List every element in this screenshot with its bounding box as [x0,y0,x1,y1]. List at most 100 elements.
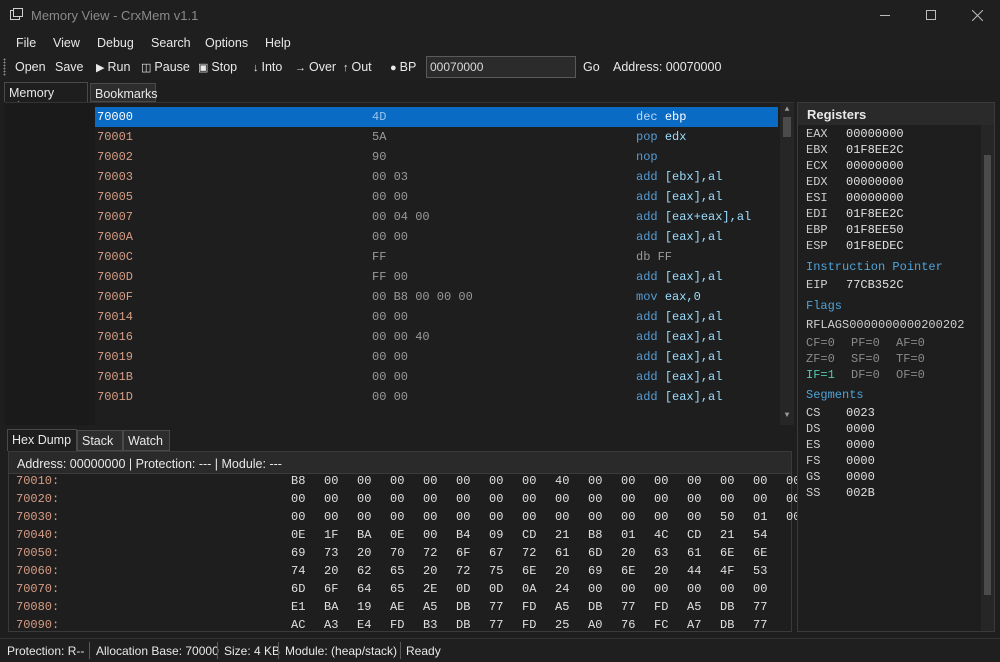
save-button[interactable]: Save [55,60,84,74]
hex-byte[interactable]: 67 [489,546,503,560]
disassembly-row[interactable]: 7001D 00 00 add [eax],al [95,387,778,407]
register-value[interactable]: 00000000 [846,159,904,173]
hex-byte[interactable]: 00 [621,474,635,488]
hex-byte[interactable]: E4 [357,618,371,632]
hex-row[interactable]: 70060: 74 20 62 65 20 72 75 6E 20 69 6E 20 44 4F 53 [9,562,779,580]
hex-byte[interactable]: 72 [522,546,536,560]
hex-byte[interactable]: 00 [588,474,602,488]
hex-byte[interactable]: FD [654,600,668,614]
open-button[interactable]: Open [15,60,46,74]
hex-byte[interactable]: 77 [489,600,503,614]
segment-value[interactable]: 0000 [846,470,875,484]
hex-byte[interactable]: 61 [555,546,569,560]
hex-byte[interactable]: 00 [654,582,668,596]
hex-row[interactable]: 70080: E1 BA 19 AE A5 DB 77 FD A5 DB 77 FD A5 DB 77 [9,598,779,616]
menu-debug[interactable]: Debug [97,36,134,50]
hex-byte[interactable]: 00 [522,474,536,488]
hex-byte[interactable]: 76 [621,618,635,632]
segment-value[interactable]: 0023 [846,406,875,420]
hex-byte[interactable]: 00 [357,510,371,524]
hex-byte[interactable]: 00 [621,492,635,506]
hex-byte[interactable]: 00 [423,492,437,506]
go-button[interactable]: Go [583,60,600,74]
disassembly-row[interactable]: 7000A 00 00 add [eax],al [95,227,778,247]
hex-byte[interactable]: 20 [654,564,668,578]
hex-byte[interactable]: 00 [291,510,305,524]
hex-byte[interactable]: 72 [456,564,470,578]
hex-byte[interactable]: 61 [687,546,701,560]
hex-byte[interactable]: 00 [291,492,305,506]
hex-byte[interactable]: 0A [522,582,536,596]
hex-byte[interactable]: 01 [621,528,635,542]
disassembly-row[interactable]: 70016 00 00 40 add [eax],al [95,327,778,347]
hex-byte[interactable]: 74 [291,564,305,578]
stop-button[interactable]: ▣ Stop [198,60,237,74]
hex-byte[interactable]: 53 [753,564,767,578]
registers-scroll-thumb[interactable] [984,155,991,595]
hex-byte[interactable]: 00 [720,492,734,506]
hex-byte[interactable]: FD [390,618,404,632]
hex-byte[interactable]: 19 [357,600,371,614]
disassembly-scrollbar[interactable]: ▲ ▼ [780,103,794,425]
hex-byte[interactable]: 70 [390,546,404,560]
hex-byte[interactable]: 00 [423,528,437,542]
disassembly-view[interactable]: 70000 4D dec ebp 70001 5A pop edx 70002 90 nop 7… [5,102,794,425]
hex-byte[interactable]: A0 [588,618,602,632]
tab-hex-dump[interactable]: Hex Dump [7,429,77,451]
hex-byte[interactable]: 0D [456,582,470,596]
pause-button[interactable]: ◫ Pause [141,60,190,74]
hex-byte[interactable]: DB [456,618,470,632]
disassembly-row[interactable]: 70003 00 03 add [ebx],al [95,167,778,187]
hex-row[interactable]: 70020: 00 00 00 00 00 00 00 00 00 00 00 00 00 00 00 00 [9,490,800,508]
hex-byte[interactable]: 54 [753,528,767,542]
register-value[interactable]: 01F8EDEC [846,239,904,253]
hex-byte[interactable]: 00 [753,582,767,596]
step-over-button[interactable]: → Over [295,60,336,74]
hex-byte[interactable]: 00 [489,474,503,488]
registers-scrollbar[interactable] [981,125,994,631]
hex-byte[interactable]: 00 [753,474,767,488]
segment-value[interactable]: 0000 [846,422,875,436]
menu-view[interactable]: View [53,36,80,50]
register-value[interactable]: 01F8EE2C [846,143,904,157]
disassembly-row[interactable]: 70001 5A pop edx [95,127,778,147]
register-value[interactable]: 01F8EE50 [846,223,904,237]
hex-byte[interactable]: 77 [753,618,767,632]
register-value[interactable]: 00000000 [846,127,904,141]
rflags-value[interactable]: RFLAGS0000000000200202 [806,318,964,332]
hex-byte[interactable]: 00 [588,492,602,506]
hex-byte[interactable]: 00 [390,510,404,524]
hex-byte[interactable]: 24 [555,582,569,596]
menu-search[interactable]: Search [151,36,191,50]
scroll-up-icon[interactable]: ▲ [780,105,794,114]
minimize-button[interactable] [862,0,908,30]
hex-byte[interactable]: 00 [555,492,569,506]
hex-byte[interactable]: 00 [621,510,635,524]
hex-row[interactable]: 70050: 69 73 20 70 72 6F 67 72 61 6D 20 63 61 6E 6E [9,544,779,562]
disassembly-row[interactable]: 7000F 00 B8 00 00 00 mov eax,0 [95,287,778,307]
hex-byte[interactable]: 00 [324,510,338,524]
hex-byte[interactable]: 21 [555,528,569,542]
hex-byte[interactable]: 00 [687,582,701,596]
hex-byte[interactable]: 4C [654,528,668,542]
segment-value[interactable]: 0000 [846,438,875,452]
address-input[interactable] [426,56,576,78]
hex-byte[interactable]: 20 [423,564,437,578]
hex-byte[interactable]: 00 [489,492,503,506]
hex-byte[interactable]: 20 [324,564,338,578]
hex-byte[interactable]: A5 [687,600,701,614]
hex-byte[interactable]: 00 [588,510,602,524]
hex-byte[interactable]: 2E [423,582,437,596]
segment-value[interactable]: 002B [846,486,875,500]
hex-byte[interactable]: 00 [324,474,338,488]
disassembly-row[interactable]: 7000C FF db FF [95,247,778,267]
hex-byte[interactable]: A5 [555,600,569,614]
hex-byte[interactable]: 00 [357,492,371,506]
hex-byte[interactable]: 00 [687,474,701,488]
hex-byte[interactable]: 00 [720,474,734,488]
register-value[interactable]: 00000000 [846,175,904,189]
hex-byte[interactable]: 77 [621,600,635,614]
hex-byte[interactable]: 00 [390,474,404,488]
breakpoint-button[interactable]: ● BP [390,60,416,74]
step-out-button[interactable]: ↑ Out [343,60,372,74]
